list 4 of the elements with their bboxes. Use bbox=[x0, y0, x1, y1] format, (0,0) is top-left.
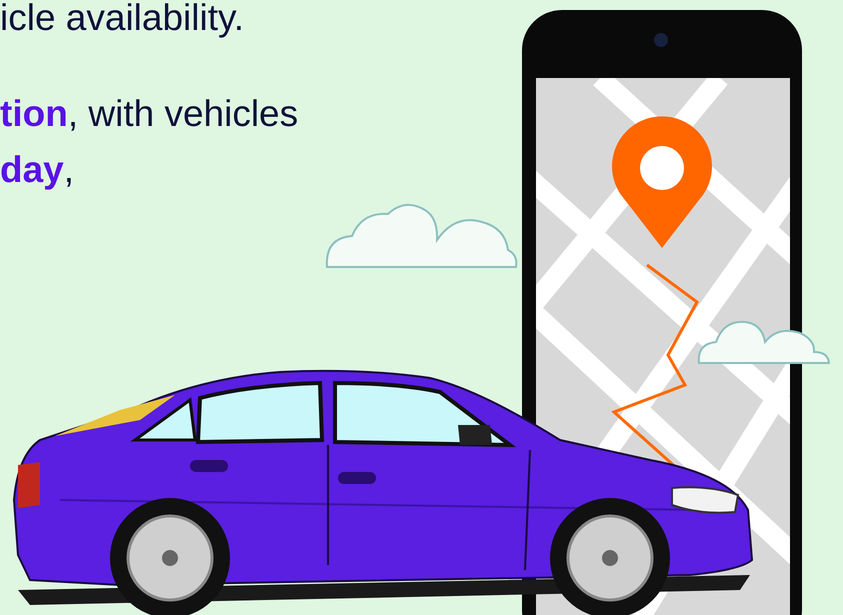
paragraph-line: icle availability. bbox=[0, 0, 246, 40]
paragraph-line: tion, with vehicles bbox=[0, 92, 300, 136]
map-pin-icon bbox=[612, 116, 712, 248]
paragraph-line: day, bbox=[0, 148, 76, 192]
